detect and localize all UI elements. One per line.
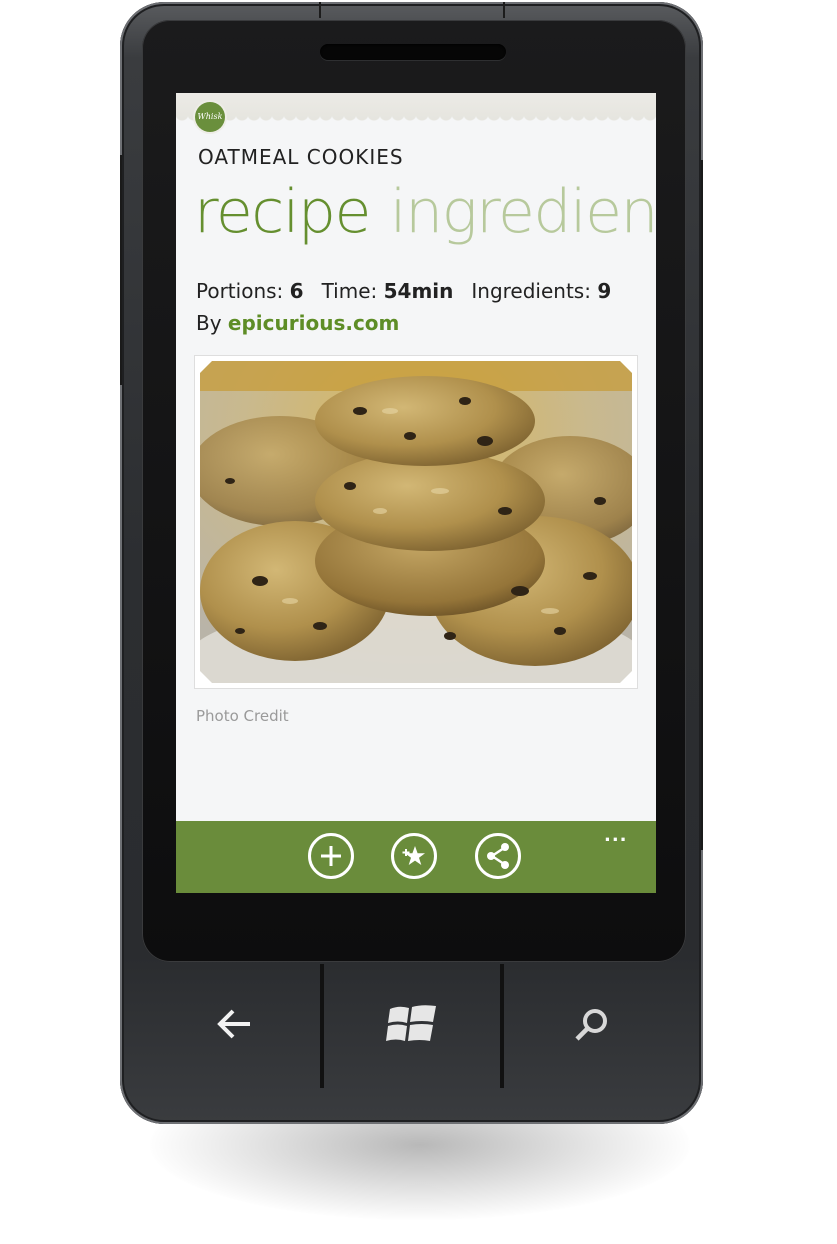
ingredients-label: Ingredients: — [471, 279, 591, 303]
recipe-photo[interactable] — [200, 361, 632, 683]
back-button[interactable] — [206, 994, 266, 1054]
top-seam — [319, 2, 321, 18]
recipe-source: By epicurious.com — [196, 311, 399, 335]
add-icon — [321, 846, 341, 866]
recipe-photo-frame — [194, 355, 638, 689]
add-button[interactable] — [308, 833, 354, 879]
earpiece-speaker — [320, 44, 506, 60]
share-button[interactable] — [475, 833, 521, 879]
time-label: Time: — [321, 279, 378, 303]
recipe-meta: Portions: 6 Time: 54min Ingredients: 9 — [196, 279, 611, 303]
whisk-logo: Whisk — [195, 102, 225, 132]
favorite-button[interactable] — [391, 833, 437, 879]
application-bar: ... — [176, 821, 656, 893]
recipe-title: OATMEAL COOKIES — [198, 145, 404, 169]
top-seam — [503, 2, 505, 18]
side-seam — [701, 160, 703, 850]
button-divider — [320, 964, 324, 1088]
share-icon — [487, 843, 509, 869]
search-button[interactable] — [562, 994, 622, 1054]
header-scallop-edge — [176, 115, 656, 127]
search-icon — [575, 1009, 607, 1041]
side-seam — [120, 155, 122, 385]
windows-logo-icon — [386, 1005, 436, 1041]
pivot-header: recipe ingredien — [194, 177, 656, 247]
pivot-item-recipe[interactable]: recipe — [194, 177, 371, 247]
pivot-item-ingredients[interactable]: ingredien — [390, 177, 656, 247]
ingredients-value: 9 — [597, 279, 612, 303]
portions-label: Portions: — [196, 279, 284, 303]
photo-credit[interactable]: Photo Credit — [196, 707, 289, 725]
time-value: 54min — [383, 279, 454, 303]
source-link[interactable]: epicurious.com — [228, 311, 399, 335]
favorite-star-icon — [402, 846, 425, 865]
more-menu-button[interactable]: ... — [604, 825, 628, 846]
portions-value: 6 — [289, 279, 304, 303]
button-divider — [500, 964, 504, 1088]
app-screen: Whisk OATMEAL COOKIES recipe ingredien Po… — [176, 93, 656, 893]
start-button[interactable] — [382, 994, 442, 1054]
back-arrow-icon — [217, 1009, 250, 1039]
source-prefix: By — [196, 311, 222, 335]
